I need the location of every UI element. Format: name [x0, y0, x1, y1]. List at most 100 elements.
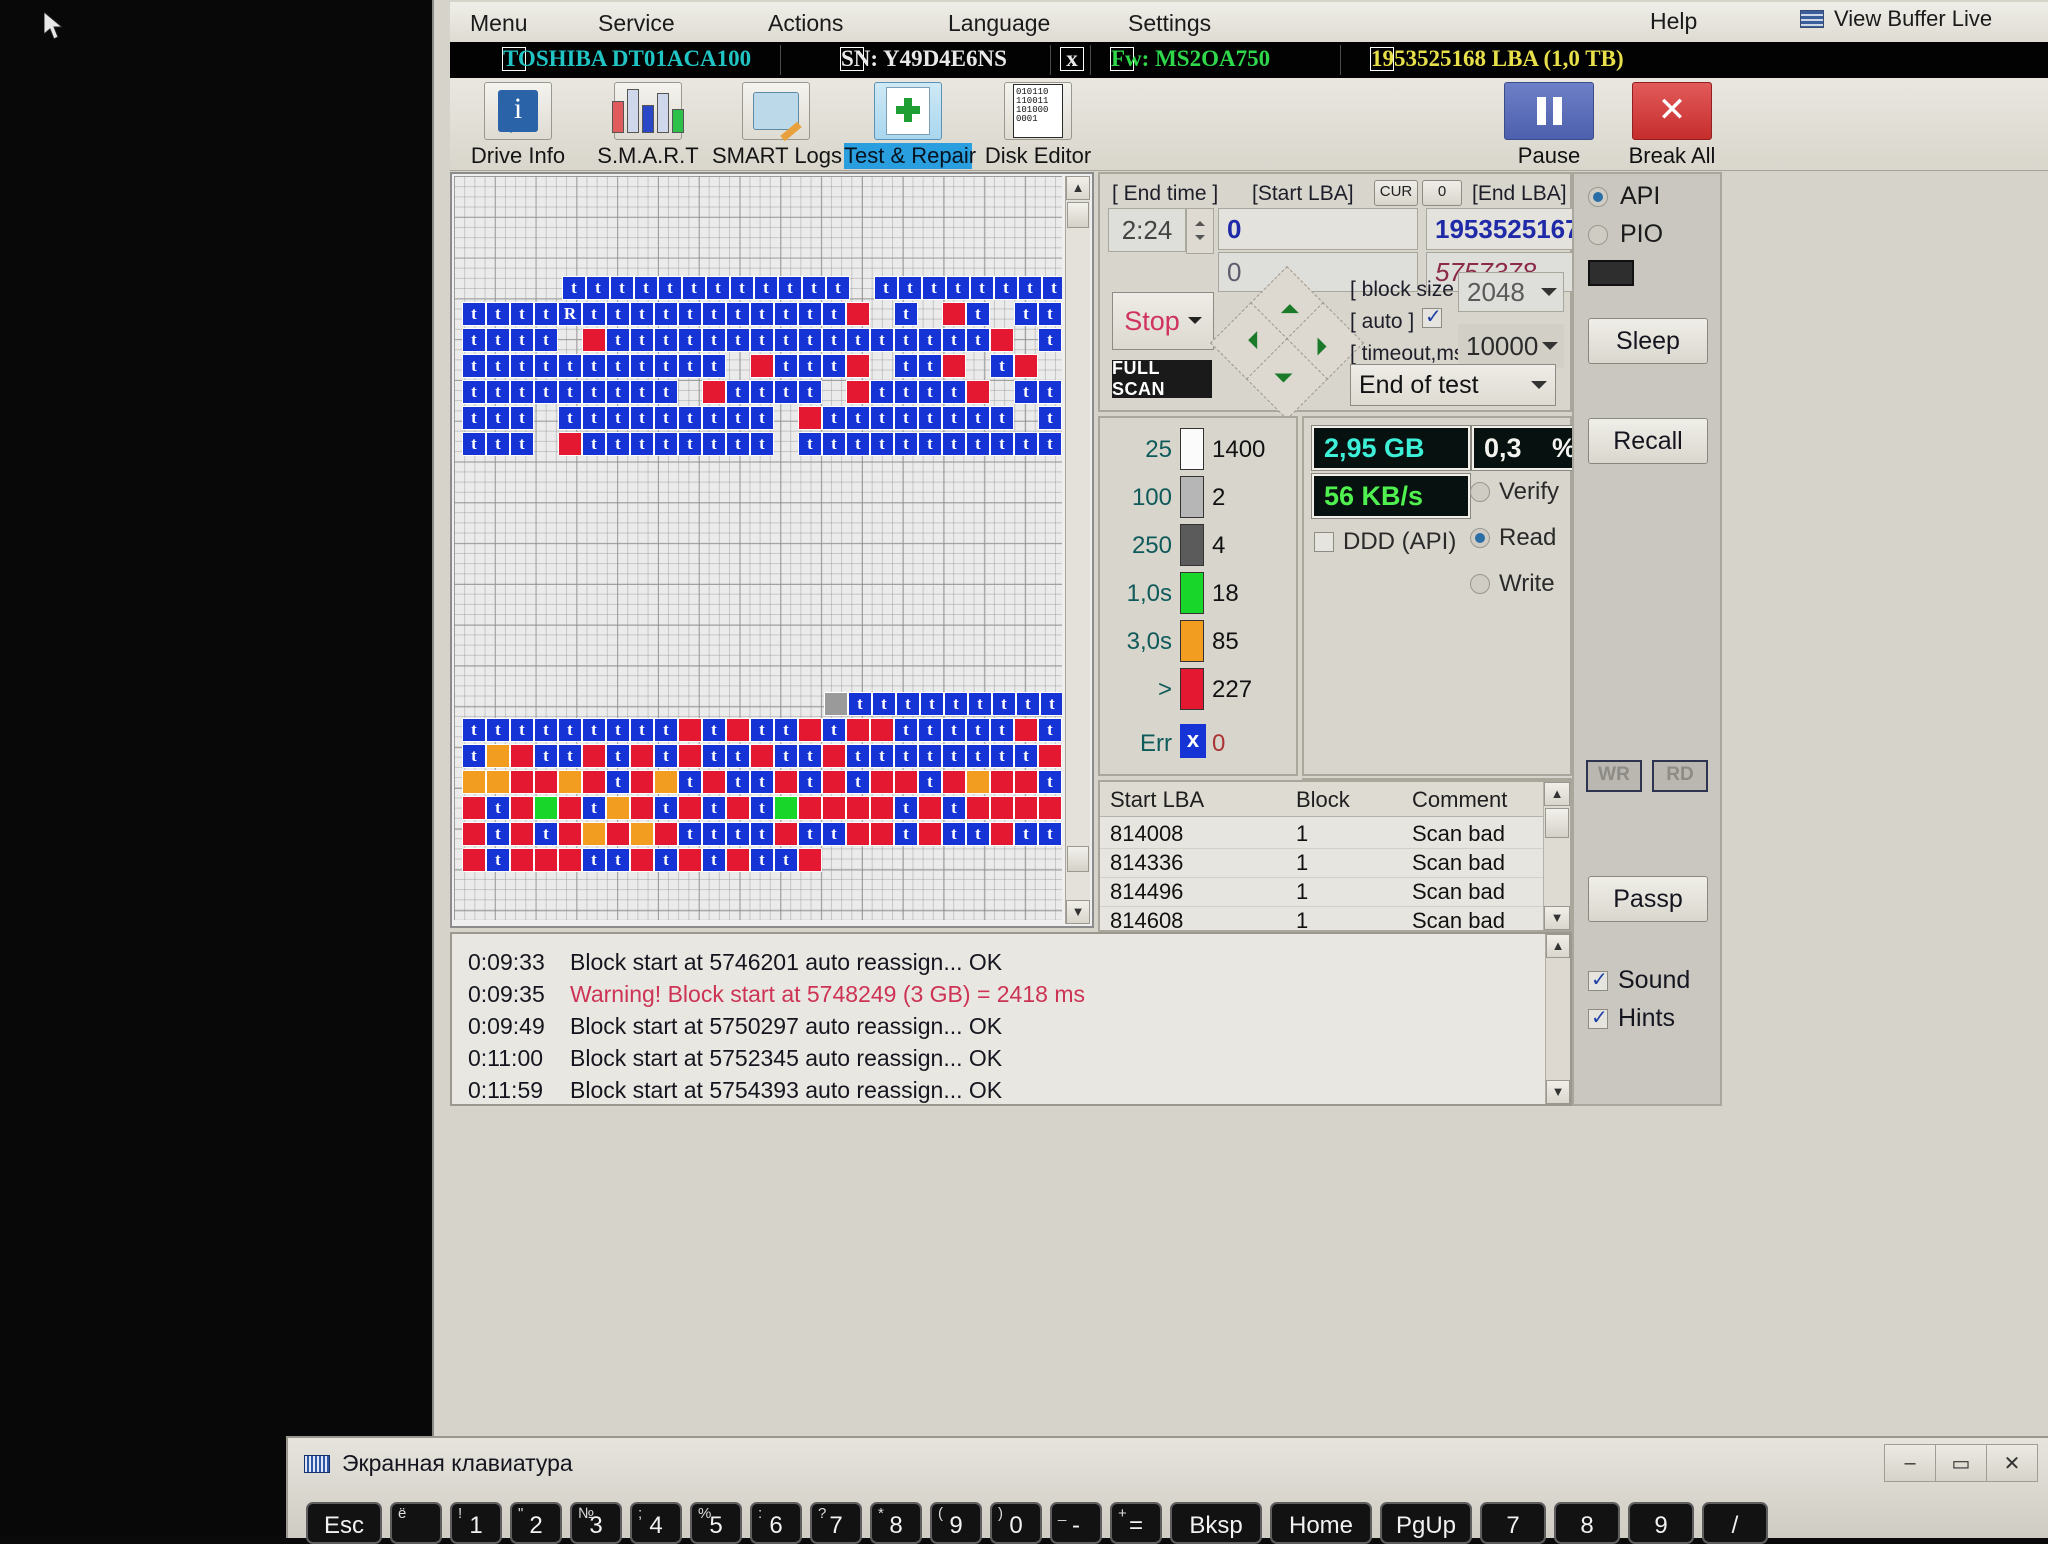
map-block: t — [726, 822, 750, 846]
toolbar-button-disk-editor[interactable]: 010110 110011 101000 0001 Disk Editor — [974, 82, 1102, 168]
defect-scroll-down-icon[interactable]: ▼ — [1544, 906, 1570, 930]
stop-label: Stop — [1124, 305, 1180, 336]
toolbar-button-drive-info[interactable]: Drive Info — [454, 82, 582, 168]
osk-key[interactable]: * 8 — [870, 1502, 922, 1544]
osk-key[interactable]: :6 — [750, 1502, 802, 1544]
end-time-spinner[interactable] — [1186, 208, 1214, 254]
osk-key[interactable]: / — [1702, 1502, 1768, 1544]
log-scrollbar[interactable]: ▲ ▼ — [1545, 934, 1570, 1104]
table-row[interactable]: 814336 1 Scan bad — [1100, 847, 1570, 878]
map-scroll-thumb-2[interactable] — [1067, 846, 1089, 872]
menu-item-service[interactable]: Service — [590, 8, 683, 39]
full-scan-button[interactable]: FULL SCAN — [1112, 358, 1212, 399]
osk-key[interactable]: Bksp — [1170, 1502, 1262, 1544]
event-log-panel[interactable]: 0:09:33 Block start at 5746201 auto reass… — [450, 932, 1572, 1106]
osk-key[interactable]: Home — [1270, 1502, 1372, 1544]
sleep-button[interactable]: Sleep — [1588, 318, 1708, 364]
rail-pio-option[interactable]: PIO — [1588, 220, 1663, 249]
osk-key[interactable]: % 5 — [690, 1502, 742, 1544]
osk-key[interactable]: 7 — [1480, 1502, 1546, 1544]
end-of-test-label: End of test — [1359, 370, 1479, 399]
map-scroll-thumb[interactable] — [1067, 202, 1089, 228]
menu-item-settings[interactable]: Settings — [1120, 8, 1219, 39]
timeout-select[interactable]: 10000 — [1458, 324, 1564, 368]
minimize-icon[interactable]: – — [1884, 1444, 1936, 1482]
auto-checkbox[interactable] — [1422, 304, 1442, 329]
view-buffer-live-button[interactable]: View Buffer Live — [1800, 6, 1992, 32]
map-block — [534, 796, 558, 820]
osk-key[interactable]: _ - — [1050, 1502, 1102, 1544]
osk-key[interactable]: ? 7 — [810, 1502, 862, 1544]
map-scrollbar[interactable]: ▲ ▼ — [1065, 176, 1090, 924]
end-of-test-select[interactable]: End of test — [1350, 364, 1556, 406]
osk-key[interactable]: ! 1 — [450, 1502, 502, 1544]
toolbar-button-smart-logs[interactable]: SMART Logs — [712, 82, 842, 168]
map-scroll-up-icon[interactable]: ▲ — [1066, 176, 1090, 200]
map-block — [582, 744, 606, 768]
osk-key[interactable]: + = — [1110, 1502, 1162, 1544]
start-lba-zero-button[interactable]: 0 — [1422, 180, 1462, 206]
osk-key[interactable]: ё — [390, 1502, 442, 1544]
map-block — [462, 848, 486, 872]
mode-verify[interactable]: Verify — [1470, 478, 1559, 506]
toolbar-button-test-and-repair[interactable]: Test & Repair — [844, 82, 976, 169]
table-row[interactable]: 814496 1 Scan bad — [1100, 876, 1570, 907]
legend-count: 227 — [1212, 676, 1253, 703]
defect-scroll-up-icon[interactable]: ▲ — [1544, 782, 1570, 806]
menu-item-actions[interactable]: Actions — [760, 8, 851, 39]
map-block — [558, 796, 582, 820]
close-icon[interactable]: ✕ — [1986, 1444, 2038, 1482]
defect-scroll-thumb[interactable] — [1545, 808, 1569, 838]
toolbar-label-disk-editor: Disk Editor — [984, 143, 1092, 168]
map-block: t — [462, 744, 486, 768]
hints-toggle[interactable]: Hints — [1588, 1004, 1675, 1033]
osk-key[interactable]: " 2 — [510, 1502, 562, 1544]
defect-list-table[interactable]: Start LBA Block Comment 814008 1 Scan bad 8… — [1098, 780, 1572, 936]
ddd-api-checkbox-row[interactable]: DDD (API) — [1314, 528, 1456, 556]
recall-button[interactable]: Recall — [1588, 418, 1708, 464]
log-time: 0:09:49 — [468, 1013, 545, 1039]
block-size-value: 2048 — [1467, 276, 1525, 307]
toolbar-button-smart[interactable]: S.M.A.R.T — [584, 82, 712, 168]
osk-key[interactable]: 9 — [1628, 1502, 1694, 1544]
rail-api-option[interactable]: API — [1588, 182, 1660, 211]
defect-table-scrollbar[interactable]: ▲ ▼ — [1543, 782, 1570, 930]
navigation-dpad[interactable] — [1209, 265, 1365, 421]
menu-item-help[interactable]: Help — [1650, 8, 1697, 35]
map-scroll-down-icon[interactable]: ▼ — [1066, 900, 1090, 924]
map-block: t — [462, 354, 486, 378]
sound-toggle[interactable]: Sound — [1588, 966, 1690, 995]
mode-read[interactable]: Read — [1470, 524, 1556, 552]
legend-row: 250 4 — [1100, 520, 1296, 568]
menu-item-menu[interactable]: Menu — [462, 8, 536, 39]
osk-key[interactable]: ) 0 — [990, 1502, 1042, 1544]
map-block: t — [798, 354, 822, 378]
log-scroll-up-icon[interactable]: ▲ — [1546, 934, 1570, 958]
start-lba-cur-button[interactable]: CUR — [1374, 180, 1418, 206]
menu-item-language[interactable]: Language — [940, 8, 1058, 39]
block-size-select[interactable]: 2048 — [1458, 272, 1564, 312]
onscreen-keyboard-window: Экранная клавиатура – ▭ ✕ Esc ё ! 1 " 2 № 3; 4% 5… — [286, 1436, 2048, 1544]
log-scroll-down-icon[interactable]: ▼ — [1546, 1080, 1570, 1104]
start-lba-input[interactable]: 0 — [1218, 208, 1418, 250]
mode-write[interactable]: Write — [1470, 570, 1555, 598]
osk-key[interactable]: (9 — [930, 1502, 982, 1544]
map-block — [798, 406, 822, 430]
table-row[interactable]: 814008 1 Scan bad — [1100, 818, 1570, 849]
map-block: t — [846, 328, 870, 352]
osk-key[interactable]: PgUp — [1380, 1502, 1472, 1544]
osk-key[interactable]: Esc — [306, 1502, 382, 1544]
map-block: t — [510, 380, 534, 404]
surface-map-panel[interactable]: tttttttttttttttttttttttttttttttttRtttttt… — [450, 172, 1094, 928]
maximize-icon[interactable]: ▭ — [1935, 1444, 1987, 1482]
osk-key[interactable]: 8 — [1554, 1502, 1620, 1544]
break-all-button[interactable]: ✕ Break All — [1618, 82, 1726, 168]
map-block: t — [846, 744, 870, 768]
osk-key[interactable]: № 3 — [570, 1502, 622, 1544]
surface-map-canvas[interactable]: tttttttttttttttttttttttttttttttttRtttttt… — [454, 176, 1062, 920]
passp-button[interactable]: Passp — [1588, 876, 1708, 922]
pause-button[interactable]: Pause — [1495, 82, 1603, 168]
osk-key[interactable]: ; 4 — [630, 1502, 682, 1544]
stop-button[interactable]: Stop — [1112, 292, 1214, 350]
rail-api-label: API — [1620, 182, 1661, 210]
